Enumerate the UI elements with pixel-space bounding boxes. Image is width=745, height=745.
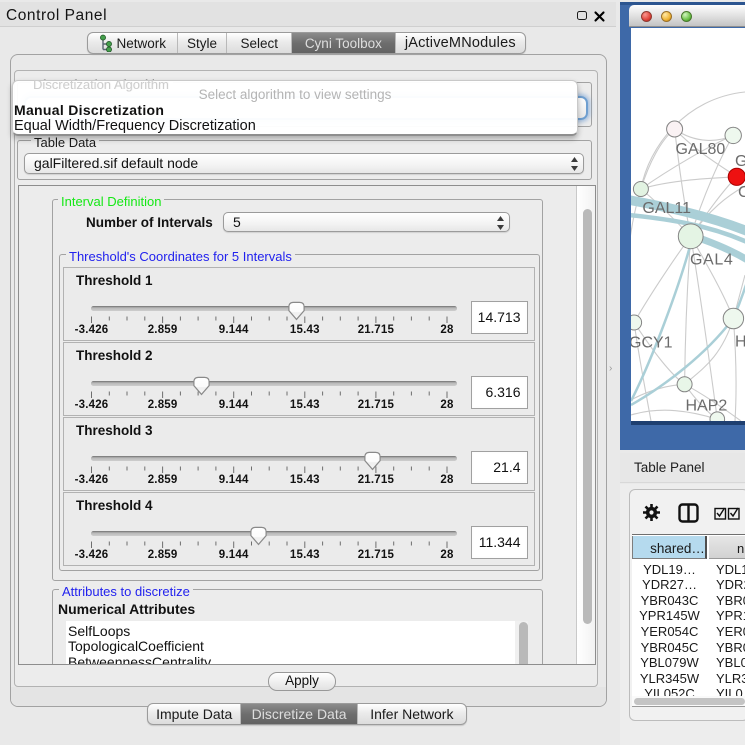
svg-text:GAL11: GAL11 <box>642 200 691 217</box>
svg-text:HAP2: HAP2 <box>686 398 728 415</box>
svg-text:GAL4: GAL4 <box>690 252 733 269</box>
svg-text:GCY1: GCY1 <box>631 335 673 352</box>
svg-text:GAL80: GAL80 <box>676 141 726 158</box>
svg-text:GA: GA <box>735 153 745 170</box>
svg-text:C: C <box>738 184 745 201</box>
svg-text:H: H <box>735 334 745 351</box>
